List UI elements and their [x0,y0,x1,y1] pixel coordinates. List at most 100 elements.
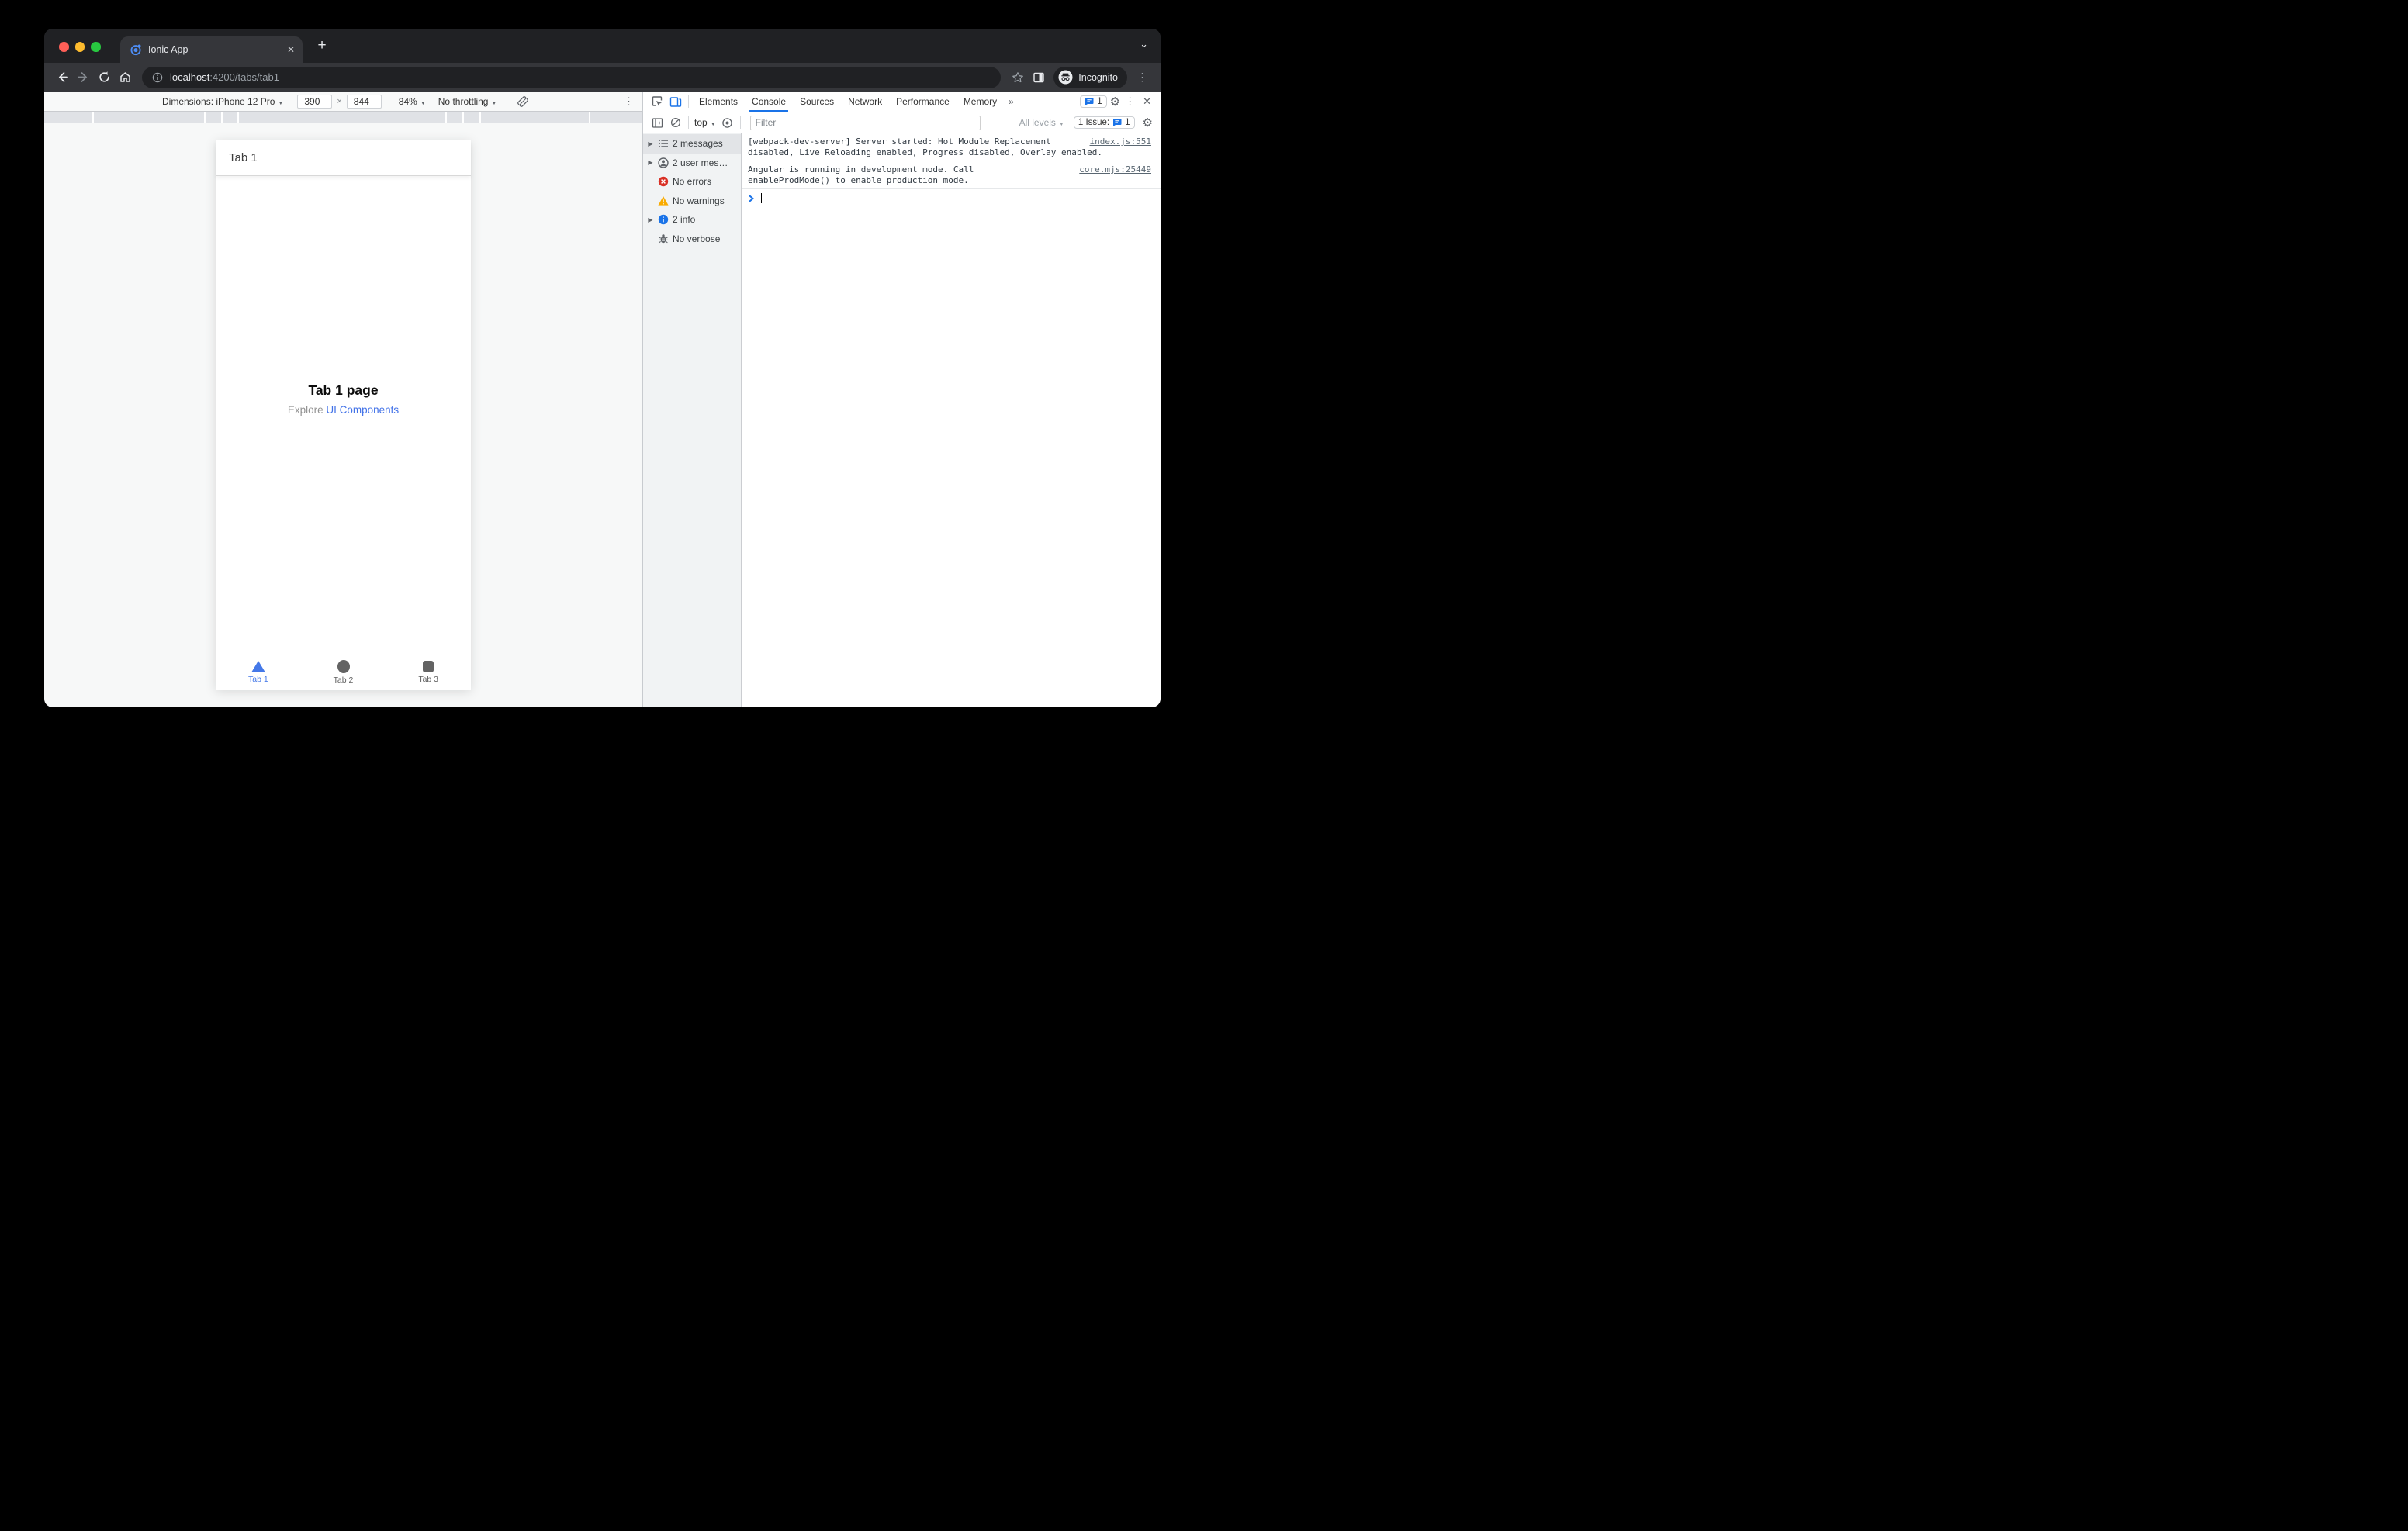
explore-prefix: Explore [287,404,327,416]
close-tab-icon[interactable]: ✕ [287,45,295,54]
prompt-chevron-icon [749,194,755,202]
incognito-icon [1058,70,1073,85]
traffic-lights [59,42,101,52]
tab-performance[interactable]: Performance [889,92,957,112]
home-icon[interactable] [115,67,136,88]
devtools-menu-icon[interactable]: ⋮ [1120,95,1140,108]
dimensions-times-label: × [337,96,342,106]
reload-icon[interactable] [94,67,115,88]
new-tab-button[interactable]: + [311,35,333,57]
console-message-webpack: [webpack-dev-server] Server started: Hot… [742,133,1161,161]
tab-elements[interactable]: Elements [692,92,745,112]
media-query-segment [223,112,237,123]
triangle-icon [251,661,265,672]
rotate-device-icon[interactable] [517,95,529,108]
browser-menu-icon[interactable]: ⋮ [1132,67,1153,88]
tab-network[interactable]: Network [841,92,889,112]
devtools-settings-icon[interactable]: ⚙ [1110,95,1120,109]
console-context-select[interactable]: top ▼ [692,117,718,128]
app-tab-3[interactable]: Tab 3 [386,655,471,690]
app-header-title: Tab 1 [229,151,258,164]
inspect-element-icon[interactable] [648,92,666,111]
console-settings-icon[interactable]: ⚙ [1143,116,1153,130]
square-icon [422,661,434,672]
media-query-segment [206,112,221,123]
back-icon[interactable] [52,67,73,88]
minimize-window-button[interactable] [74,42,85,52]
media-query-segment [239,112,445,123]
sidebar-item-warnings[interactable]: No warnings [643,192,741,211]
site-info-icon[interactable] [152,72,163,83]
device-emulation-area: Dimensions: iPhone 12 Pro▼ × 84%▼ No thr… [44,92,642,707]
sidebar-item-messages[interactable]: ▶ 2 messages [643,134,741,154]
list-icon [659,140,668,148]
close-window-button[interactable] [59,42,69,52]
expand-arrow-icon[interactable]: ▶ [647,159,654,166]
url-text: localhost:4200/tabs/tab1 [170,71,279,83]
forward-icon[interactable] [73,67,94,88]
tab-strip: Ionic App ✕ + ⌄ [44,29,1161,63]
source-link[interactable]: index.js:551 [1090,137,1151,147]
app-content: Tab 1 page Explore UI Components [216,176,471,655]
tab-console[interactable]: Console [745,92,793,112]
expand-arrow-icon[interactable]: ▶ [647,216,654,223]
issue-chip-count: 1 [1125,118,1130,127]
media-query-segment [464,112,479,123]
media-query-bar[interactable] [44,112,642,123]
divider [739,116,741,129]
devtools-close-icon[interactable]: ✕ [1140,95,1154,108]
more-tabs-icon[interactable]: » [1004,96,1019,107]
device-zoom-select[interactable]: 84% ▼ [399,96,426,107]
tab-search-chevron-icon[interactable]: ⌄ [1140,38,1148,50]
source-link[interactable]: core.mjs:25449 [1079,164,1151,175]
devtools-tab-bar: Elements Console Sources Network Perform… [643,92,1161,112]
console-filter-input[interactable] [749,115,981,130]
device-dimensions-label: Dimensions: iPhone 12 Pro [162,95,275,107]
expand-arrow-icon[interactable]: ▶ [647,140,654,147]
side-panel-icon[interactable] [1028,67,1049,88]
tab-sources[interactable]: Sources [793,92,841,112]
app-tab-label: Tab 2 [333,676,354,685]
devtools-panel: Elements Console Sources Network Perform… [643,92,1161,707]
sidebar-item-user-messages[interactable]: ▶ 2 user mes… [643,154,741,173]
app-center-block: Tab 1 page Explore UI Components [216,382,471,416]
issues-counter-button[interactable]: 1 [1080,95,1107,108]
main-area: Dimensions: iPhone 12 Pro▼ × 84%▼ No thr… [44,92,1161,707]
throttling-select[interactable]: No throttling ▼ [438,96,497,107]
incognito-label: Incognito [1078,71,1118,83]
console-sidebar: ▶ 2 messages ▶ 2 user mes… No errors No … [643,133,742,707]
ui-components-link[interactable]: UI Components [326,404,399,416]
live-expression-eye-icon[interactable] [718,113,737,132]
maximize-window-button[interactable] [91,42,101,52]
bookmark-star-icon[interactable] [1007,67,1028,88]
device-dimensions-select[interactable]: Dimensions: iPhone 12 Pro ▼ [162,96,283,107]
clear-console-icon[interactable] [666,113,685,132]
info-icon [658,215,669,225]
device-toolbar-menu-icon[interactable]: ⋮ [624,95,634,108]
sidebar-item-verbose[interactable]: No verbose [643,230,741,249]
sidebar-item-info[interactable]: ▶ 2 info [643,210,741,230]
text-cursor [761,193,762,203]
device-width-input[interactable] [297,94,333,109]
emulated-viewport: Tab 1 Tab 1 page Explore UI Components T… [44,123,642,707]
app-tab-2[interactable]: Tab 2 [301,655,386,690]
console-issues-button[interactable]: 1 Issue: 1 [1073,116,1135,129]
console-sidebar-toggle-icon[interactable] [648,113,666,132]
tab-memory[interactable]: Memory [957,92,1004,112]
message-text: [webpack-dev-server] Server started: Hot… [748,137,1051,147]
device-toolbar-toggle-icon[interactable] [666,92,685,111]
app-tab-label: Tab 3 [418,674,439,684]
issues-count: 1 [1097,97,1102,106]
sidebar-item-errors[interactable]: No errors [643,172,741,192]
sidebar-item-label: 2 user mes… [673,157,728,168]
sidebar-item-label: No verbose [673,233,721,244]
app-explore-text: Explore UI Components [216,404,471,416]
tab-title: Ionic App [148,44,189,55]
console-context-value: top [694,117,708,128]
console-prompt[interactable] [742,189,1161,207]
log-levels-select[interactable]: All levels ▼ [1013,117,1071,128]
app-tab-1[interactable]: Tab 1 [216,655,301,690]
address-bar[interactable]: localhost:4200/tabs/tab1 [142,66,1002,88]
browser-tab-ionic-app[interactable]: Ionic App ✕ [120,36,303,63]
device-height-input[interactable] [346,94,382,109]
